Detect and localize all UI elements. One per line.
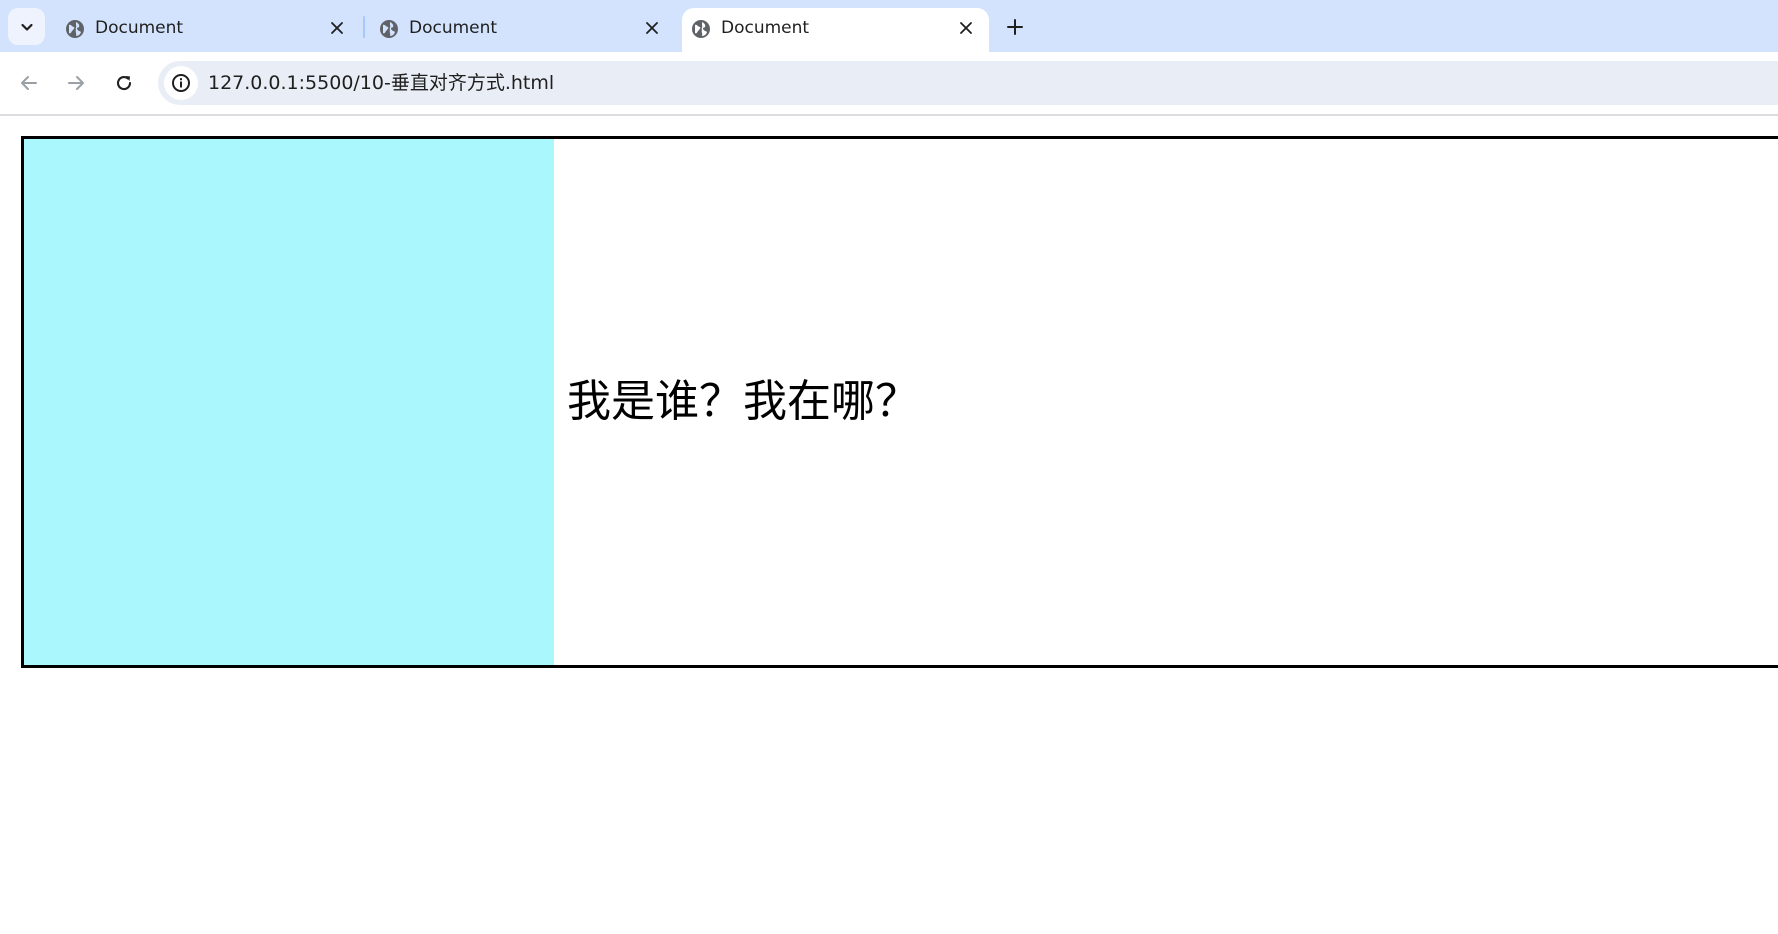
forward-arrow-icon xyxy=(68,76,84,90)
tab-3-active[interactable]: Document xyxy=(682,8,989,52)
tab-title: Document xyxy=(409,18,498,38)
site-info-icon xyxy=(172,74,190,92)
close-icon[interactable] xyxy=(328,19,346,37)
address-bar[interactable]: 127.0.0.1:5500/10-垂直对齐方式.html xyxy=(158,61,1778,105)
back-button[interactable] xyxy=(12,66,46,100)
forward-button[interactable] xyxy=(59,66,93,100)
close-icon[interactable] xyxy=(957,19,975,37)
close-icon[interactable] xyxy=(643,19,661,37)
reload-icon xyxy=(116,76,132,91)
chevron-down-icon xyxy=(20,23,33,31)
plus-icon xyxy=(1007,19,1023,35)
globe-icon xyxy=(66,20,84,38)
new-tab-button[interactable] xyxy=(1000,12,1030,42)
tab-1[interactable]: Document xyxy=(56,8,360,52)
tab-search-button[interactable] xyxy=(8,8,45,45)
url-text[interactable]: 127.0.0.1:5500/10-垂直对齐方式.html xyxy=(208,72,554,94)
globe-icon xyxy=(692,20,710,38)
tab-title: Document xyxy=(95,18,184,38)
browser-toolbar: 127.0.0.1:5500/10-垂直对齐方式.html xyxy=(0,52,1778,116)
back-arrow-icon xyxy=(21,76,37,90)
bordered-container: 我是谁？我在哪？ xyxy=(21,136,1778,668)
globe-icon xyxy=(380,20,398,38)
page-caption: 我是谁？我在哪？ xyxy=(567,376,919,427)
site-info-button[interactable] xyxy=(164,66,198,100)
page-content: 我是谁？我在哪？ xyxy=(0,116,1778,934)
tab-divider xyxy=(363,16,365,38)
tab-title: Document xyxy=(721,18,810,38)
tab-strip: Document Document Document xyxy=(0,0,1778,52)
reload-button[interactable] xyxy=(107,66,141,100)
cyan-block xyxy=(24,139,554,665)
tab-2[interactable]: Document xyxy=(370,8,675,52)
